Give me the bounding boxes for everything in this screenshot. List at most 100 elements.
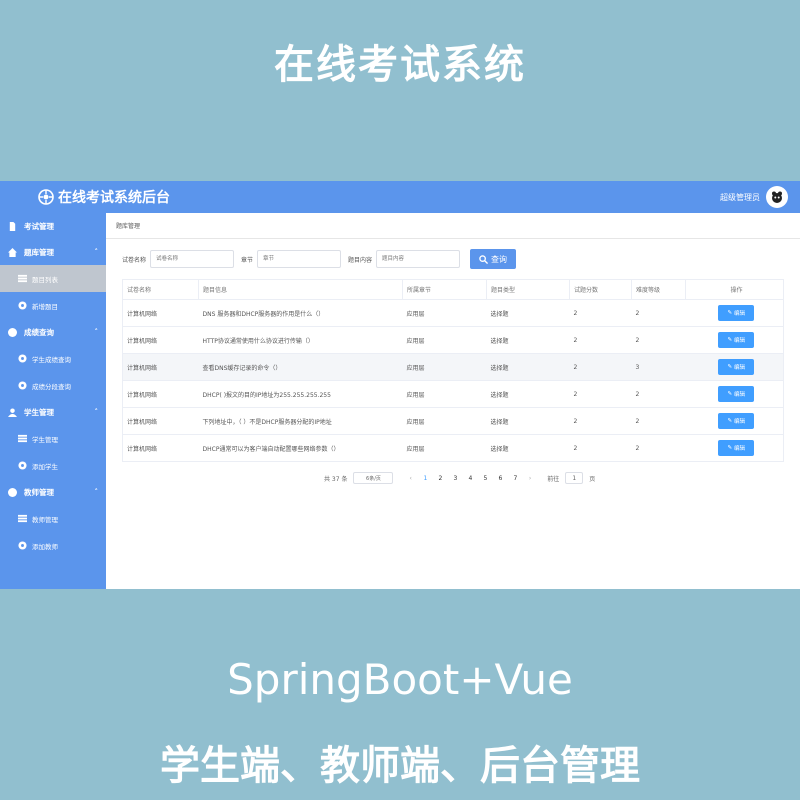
table-cell-actions: ✎ 编辑 [685,380,784,408]
goto-suffix: 页 [589,475,596,483]
banner-title: 在线考试系统 [274,42,526,88]
table-cell: 应用层 [402,353,487,381]
content-label: 题目内容 [348,256,373,264]
edit-button[interactable]: ✎ 编辑 [718,386,755,402]
table-cell: 应用层 [402,380,487,408]
app-title: 在线考试系统后台 [58,190,170,206]
table-cell: 选择题 [486,407,570,435]
page-number[interactable]: 6 [493,475,508,482]
table-cell: 2 [569,407,632,435]
column-header[interactable]: 所属章节 [402,279,487,300]
column-header: 操作 [685,279,784,300]
settings-icon [18,354,27,363]
sidebar-item-label: 学生管理 [32,435,58,444]
sidebar-item-teacher-manage[interactable]: 教师管理 [0,505,106,532]
chevron-up-icon: ˄ [94,328,99,336]
home-icon [8,247,17,257]
sidebar-group-label: 成绩查询 [24,327,54,337]
page-number[interactable]: 7 [508,475,523,482]
paper-name-label: 试卷名称 [122,256,147,264]
app-window: 在线考试系统后台 超级管理员 考试管理 题库管理 ˄ 题目列表 新增题目 成绩查… [0,181,800,589]
content-input[interactable] [376,250,461,268]
edit-button[interactable]: ✎ 编辑 [718,440,755,456]
sidebar-item-question-list[interactable]: 题目列表 [0,265,106,292]
edit-button[interactable]: ✎ 编辑 [718,359,755,375]
sidebar-group-exam[interactable]: 考试管理 [0,213,106,239]
sidebar-item-add-teacher[interactable]: 添加教师 [0,532,106,559]
page-size-value: 6条/页 [366,475,381,482]
page-number[interactable]: 1 [418,475,433,482]
table-cell: 选择题 [486,353,570,381]
sidebar-item-score-range[interactable]: 成绩分段查询 [0,372,106,399]
avatar[interactable] [766,186,788,208]
tech-stack-caption: SpringBoot+Vue [227,655,573,704]
table-cell: 选择题 [486,299,570,327]
sidebar-item-student-manage[interactable]: 学生管理 [0,425,106,452]
page-number[interactable]: 4 [463,475,478,482]
paper-name-input[interactable] [150,250,235,268]
column-header[interactable]: 难度等级 [631,279,686,300]
column-header[interactable]: 试题分数 [569,279,632,300]
edit-button-label: 编辑 [734,365,746,371]
sidebar-item-add-student[interactable]: 添加学生 [0,452,106,479]
logo-icon [38,189,54,205]
goto-label: 前往 [547,475,560,483]
table-cell: 应用层 [402,407,487,435]
edit-button[interactable]: ✎ 编辑 [718,305,755,321]
table-cell-actions: ✎ 编辑 [685,326,784,354]
edit-button[interactable]: ✎ 编辑 [718,413,755,429]
sidebar-group-student[interactable]: 学生管理 ˄ [0,399,106,425]
document-icon [9,221,16,231]
table-row: 计算机网络 DNS 服务器和DHCP服务器的作用是什么（） 应用层 选择题 2 2 ✎ 编辑 [122,299,784,327]
column-header[interactable]: 试卷名称 [122,279,199,300]
page-number[interactable]: 3 [448,475,463,482]
table-cell: 计算机网络 [122,299,199,327]
table-cell: 查看DNS缓存记录的命令（） [198,353,403,381]
sidebar: 考试管理 题库管理 ˄ 题目列表 新增题目 成绩查询 ˄ 学生成绩查询 成绩分段… [0,213,106,589]
settings-icon [18,381,27,390]
teacher-icon [8,487,17,497]
column-header[interactable]: 题目信息 [198,279,403,300]
table-cell-actions: ✎ 编辑 [685,407,784,435]
table-cell: HTTP协议通常使用什么协议进行传输（） [198,326,403,354]
breadcrumb: 题库管理 [106,213,800,239]
search-button[interactable]: 查询 [470,249,517,269]
table-row: 计算机网络 DHCP通常可以为客户端自动配置哪些网络参数（） 应用层 选择题 2 2 ✎ 编辑 [122,434,784,462]
edit-icon: ✎ [727,445,733,451]
question-table: 试卷名称 题目信息 所属章节 题目类型 试题分数 难度等级 操作 计算机网络 DN… [122,279,784,462]
table-row: 计算机网络 下列地址中，（ ）不是DHCP服务器分配的IP地址 应用层 选择题 2 2 ✎ 编… [122,407,784,435]
user-menu[interactable]: 超级管理员 [720,186,788,208]
pagination: 共 37 条 6条/页 ‹ 1 2 3 4 5 6 7 › 前往 1 页 [106,472,800,484]
sidebar-item-label: 教师管理 [32,515,58,524]
edit-button-label: 编辑 [734,338,746,344]
edit-button[interactable]: ✎ 编辑 [718,332,755,348]
sidebar-item-student-score[interactable]: 学生成绩查询 [0,345,106,372]
list-icon [18,434,27,443]
table-cell: 计算机网络 [122,353,199,381]
top-bar: 在线考试系统后台 超级管理员 [0,181,800,213]
table-cell: 下列地址中，（ ）不是DHCP服务器分配的IP地址 [198,407,403,435]
next-page-button[interactable]: › [529,475,531,482]
chapter-input[interactable] [257,250,342,268]
sidebar-group-score-query[interactable]: 成绩查询 ˄ [0,319,106,345]
table-cell: 2 [631,407,686,435]
table-cell: 应用层 [402,299,487,327]
sidebar-group-question-bank[interactable]: 题库管理 ˄ [0,239,106,265]
chart-icon [8,327,17,337]
table-cell: 计算机网络 [122,380,199,408]
table-cell: 选择题 [486,326,570,354]
chevron-up-icon: ˄ [94,488,99,496]
page-number[interactable]: 5 [478,475,493,482]
prev-page-button[interactable]: ‹ [409,475,411,482]
table-cell: 计算机网络 [122,326,199,354]
goto-page-input[interactable]: 1 [565,472,584,484]
sidebar-group-teacher[interactable]: 教师管理 ˄ [0,479,106,505]
column-header[interactable]: 题目类型 [486,279,570,300]
total-count: 共 37 条 [324,475,348,483]
table-cell: 2 [569,380,632,408]
page-number[interactable]: 2 [433,475,448,482]
table-cell: 计算机网络 [122,407,199,435]
table-cell: 应用层 [402,434,487,462]
page-size-select[interactable]: 6条/页 [353,472,394,484]
sidebar-item-add-question[interactable]: 新增题目 [0,292,106,319]
